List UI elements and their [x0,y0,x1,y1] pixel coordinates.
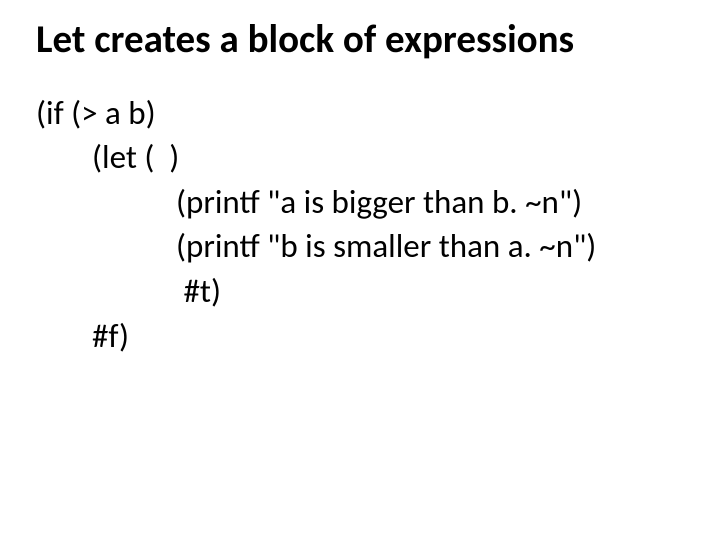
slide: Let creates a block of expressions (if (… [0,0,720,540]
code-line-5: #t) [36,269,684,314]
code-block: (if (> a b) (let ( ) (printf "a is bigge… [36,91,684,358]
code-line-3: (printf "a is bigger than b. ~n") [36,180,684,225]
code-line-6: #f) [36,314,684,359]
code-line-4: (printf "b is smaller than a. ~n") [36,224,684,269]
code-line-1: (if (> a b) [36,91,684,136]
code-line-2: (let ( ) [36,135,684,180]
slide-title: Let creates a block of expressions [36,18,684,63]
